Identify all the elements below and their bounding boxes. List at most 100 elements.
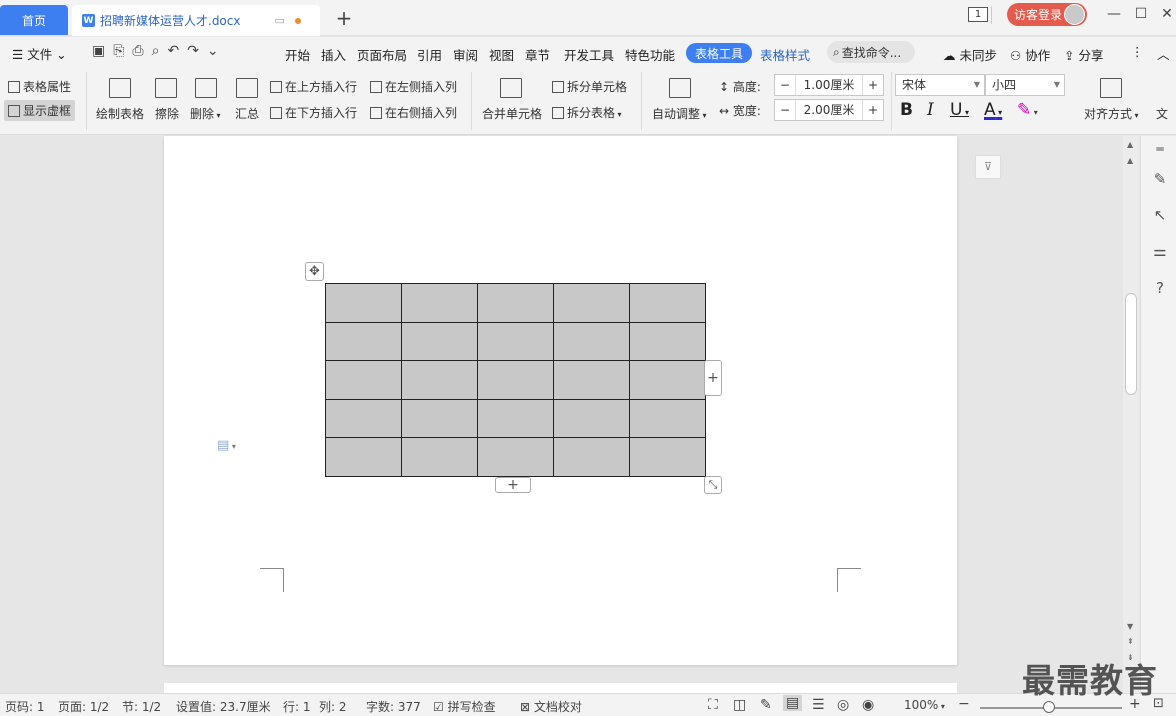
width-decrease-button[interactable]: − <box>775 103 795 117</box>
zoom-out-icon[interactable]: − <box>958 696 970 712</box>
bold-icon[interactable]: B <box>900 100 913 120</box>
highlight-icon[interactable]: ✎ ▾ <box>1017 100 1038 120</box>
width-increase-button[interactable]: + <box>863 103 883 117</box>
help-icon[interactable]: ? <box>1151 279 1169 297</box>
table-cell[interactable] <box>553 321 630 362</box>
table-cell[interactable] <box>401 283 478 323</box>
tab-special[interactable]: 特色功能 <box>625 45 675 64</box>
doc-check-button[interactable]: ⊠ 文档校对 <box>520 698 582 715</box>
table[interactable] <box>325 283 706 477</box>
spell-check-button[interactable]: ☑ 拼写检查 <box>433 698 496 715</box>
file-menu[interactable]: ☰ 文件 ⌄ <box>12 44 67 63</box>
share-button[interactable]: ⇪ 分享 <box>1064 45 1103 64</box>
table-cell[interactable] <box>477 283 554 323</box>
table-cell[interactable] <box>629 321 706 362</box>
text-direction-button[interactable]: 文 <box>1156 105 1168 122</box>
zoom-slider-handle[interactable] <box>1043 701 1055 713</box>
collapse-ribbon-icon[interactable]: ︿ <box>1157 44 1170 63</box>
table-cell[interactable] <box>477 321 554 362</box>
insert-col-left-button[interactable]: 在左侧插入列 <box>370 78 457 95</box>
collaborate-button[interactable]: ⚇ 协作 <box>1010 45 1050 64</box>
status-pages[interactable]: 页面: 1/2 <box>58 698 109 715</box>
split-table-button[interactable]: 拆分表格 ▾ <box>552 104 622 121</box>
add-row-button[interactable]: + <box>495 477 531 493</box>
resize-table-icon[interactable]: ⤡ <box>704 476 722 494</box>
table-cell[interactable] <box>477 398 554 439</box>
split-cells-button[interactable]: 拆分单元格 <box>552 78 627 95</box>
scrollbar-thumb[interactable] <box>1125 293 1137 395</box>
tab-table-style[interactable]: 表格样式 <box>760 45 810 64</box>
table-cell[interactable] <box>325 398 402 439</box>
tab-chapter[interactable]: 章节 <box>525 45 550 64</box>
table-cell[interactable] <box>325 321 402 362</box>
page-view-icon[interactable]: ▤ <box>783 695 803 711</box>
table-cell[interactable] <box>629 283 706 323</box>
table-cell[interactable] <box>629 360 706 400</box>
close-icon[interactable]: ✕ <box>1155 4 1176 24</box>
document-tab[interactable]: W 招聘新媒体运营人才.docx ▭ <box>72 5 320 36</box>
web-view-icon[interactable]: ◎ <box>837 697 849 713</box>
table-cell[interactable] <box>553 437 630 477</box>
scroll-up-icon[interactable]: ▲ <box>1127 140 1133 149</box>
minimize-icon[interactable]: — <box>1102 4 1126 24</box>
vertical-scrollbar[interactable] <box>1123 136 1139 693</box>
add-column-button[interactable]: + <box>704 360 722 396</box>
sync-button[interactable]: ☁ 未同步 <box>943 45 997 64</box>
maximize-icon[interactable]: ☐ <box>1129 4 1153 24</box>
tab-table-tools[interactable]: 表格工具 <box>686 43 752 63</box>
home-tab[interactable]: 首页 <box>0 5 68 35</box>
panel-handle-icon[interactable]: ═ <box>1151 142 1169 160</box>
insert-row-below-button[interactable]: 在下方插入行 <box>270 104 357 121</box>
tab-start[interactable]: 开始 <box>285 45 310 64</box>
status-word-count[interactable]: 字数: 377 <box>366 698 421 715</box>
outline-view-icon[interactable]: ☰ <box>812 697 825 713</box>
move-table-icon[interactable]: ✥ <box>305 262 324 281</box>
tab-insert[interactable]: 插入 <box>321 45 346 64</box>
width-value[interactable]: 2.00厘米 <box>795 100 863 120</box>
table-cell[interactable] <box>401 360 478 400</box>
summary-button[interactable]: 汇总 <box>235 105 259 122</box>
table-cell[interactable] <box>325 437 402 477</box>
width-stepper[interactable]: − 2.00厘米 + <box>774 99 884 121</box>
delete-button[interactable]: 删除 ▾ <box>190 105 221 122</box>
edit-mode-icon[interactable]: ✎ <box>760 697 772 713</box>
table-cell[interactable] <box>477 437 554 477</box>
merge-cells-button[interactable]: 合并单元格 <box>482 105 542 122</box>
read-mode-icon[interactable]: ◫ <box>733 697 746 713</box>
filter-icon[interactable]: ⊽ <box>975 155 1001 179</box>
guest-login-button[interactable]: 访客登录 <box>1007 3 1087 26</box>
scroll-down-icon[interactable]: ▼ <box>1127 622 1133 631</box>
tab-review[interactable]: 审阅 <box>453 45 478 64</box>
table-cell[interactable] <box>325 360 402 400</box>
table-cell[interactable] <box>401 437 478 477</box>
zoom-level[interactable]: 100% ▾ <box>904 698 945 712</box>
scroll-up-icon[interactable]: ▲ <box>1127 156 1133 165</box>
table-cell[interactable] <box>553 283 630 323</box>
pen-icon[interactable]: ✎ <box>1151 170 1169 188</box>
fullscreen-icon[interactable]: ⛶ <box>708 697 718 713</box>
tab-developer[interactable]: 开发工具 <box>564 45 614 64</box>
paragraph-marker-icon[interactable]: ▤ ▾ <box>217 438 236 453</box>
show-gridlines-button[interactable]: 显示虚框 <box>4 100 76 121</box>
height-value[interactable]: 1.00厘米 <box>795 75 863 95</box>
prev-page-icon[interactable]: ⇞ <box>1127 637 1134 646</box>
italic-icon[interactable]: I <box>927 100 934 120</box>
more-icon[interactable]: ⋮ <box>1131 44 1144 59</box>
font-size-select[interactable]: 小四 ▼ <box>985 74 1065 96</box>
table-cell[interactable] <box>553 398 630 439</box>
status-position[interactable]: 设置值: 23.7厘米 <box>176 698 271 715</box>
height-stepper[interactable]: − 1.00厘米 + <box>774 74 884 96</box>
tab-page-layout[interactable]: 页面布局 <box>357 45 407 64</box>
table-cell[interactable] <box>325 283 402 323</box>
table-cell[interactable] <box>629 437 706 477</box>
table-cell[interactable] <box>629 398 706 439</box>
table-cell[interactable] <box>401 398 478 439</box>
quick-access-toolbar[interactable]: ▣⎘⎙⌕↶↷⌄ <box>92 43 227 59</box>
insert-col-right-button[interactable]: 在右侧插入列 <box>370 104 457 121</box>
align-button[interactable]: 对齐方式 ▾ <box>1084 105 1139 122</box>
page-badge-icon[interactable]: 1 <box>968 7 988 22</box>
cursor-icon[interactable]: ↖ <box>1151 206 1169 224</box>
font-color-icon[interactable]: A ▾ <box>984 100 1002 120</box>
font-name-select[interactable]: 宋体 ▼ <box>895 74 985 96</box>
settings-sliders-icon[interactable]: ⚌ <box>1151 242 1169 260</box>
